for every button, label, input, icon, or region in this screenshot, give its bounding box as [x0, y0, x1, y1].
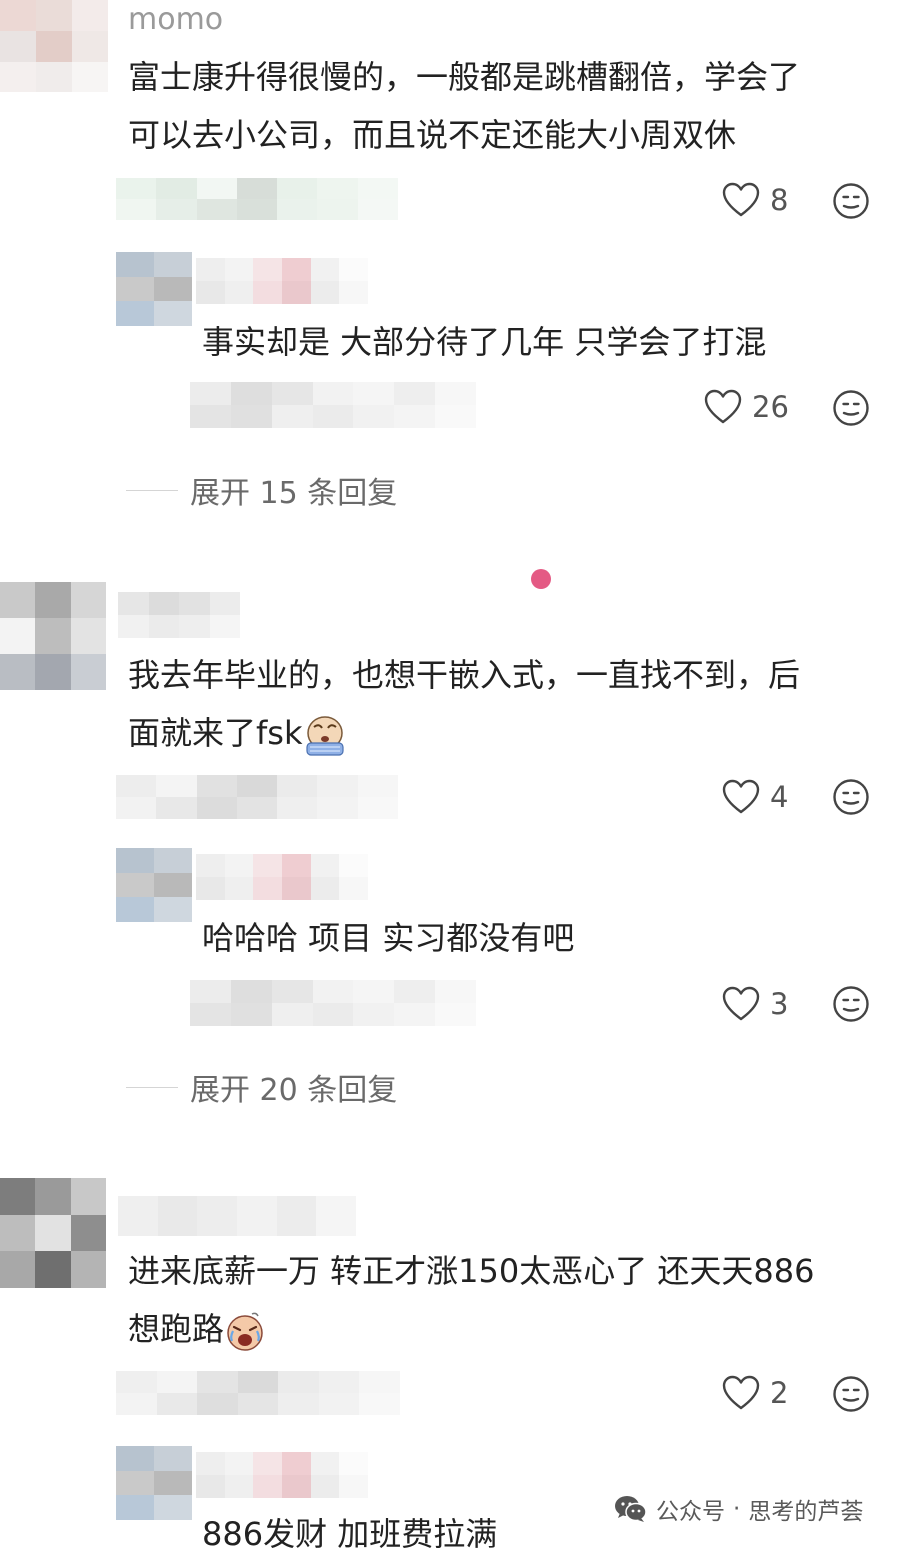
- comment-line: 面就来了fsk: [128, 714, 303, 752]
- watermark: 公众号 · 思考的芦荟: [614, 1492, 863, 1526]
- like-button[interactable]: 3: [722, 984, 788, 1024]
- reply-avatar[interactable]: [116, 1446, 192, 1520]
- heart-icon: [722, 182, 760, 217]
- sob-emoji-icon: [227, 1312, 263, 1351]
- like-count: 3: [770, 987, 789, 1021]
- reply-text: 886发财 加班费拉满: [202, 1515, 498, 1553]
- emoji-reaction-icon[interactable]: [831, 984, 871, 1024]
- divider: [126, 489, 178, 491]
- comment-line-with-emoji: 想跑路: [128, 1300, 815, 1358]
- comment-line: 想跑路: [128, 1310, 225, 1348]
- comment-line: 可以去小公司，而且说不定还能大小周双休: [128, 116, 737, 154]
- divider: [126, 1086, 178, 1088]
- heart-icon: [722, 1375, 760, 1410]
- blurred-meta: [190, 980, 476, 1026]
- like-count: 2: [770, 1376, 789, 1410]
- like-count: 26: [752, 390, 789, 424]
- reply-text: 事实却是 大部分待了几年 只学会了打混: [202, 323, 767, 361]
- avatar[interactable]: [0, 1178, 106, 1288]
- expand-replies-label: 展开 15 条回复: [190, 476, 398, 511]
- page-indicator-dot: [531, 569, 551, 589]
- like-count: 4: [770, 780, 789, 814]
- heart-icon: [704, 389, 742, 424]
- emoji-reaction-icon[interactable]: [831, 388, 871, 428]
- comment-text: 富士康升得很慢的，一般都是跳槽翻倍，学会了 可以去小公司，而且说不定还能大小周双…: [128, 48, 800, 164]
- blurred-meta: [116, 775, 398, 819]
- like-button[interactable]: 8: [722, 180, 788, 220]
- comment-line: 富士康升得很慢的，一般都是跳槽翻倍，学会了: [128, 58, 801, 96]
- blurred-meta: [190, 382, 476, 428]
- comment-line: 进来底薪一万 转正才涨150太恶心了 还天天886: [128, 1252, 815, 1290]
- like-button[interactable]: 4: [722, 777, 788, 817]
- like-count: 8: [770, 183, 789, 217]
- expand-replies-button[interactable]: 展开 15 条回复: [126, 470, 398, 511]
- avatar[interactable]: [0, 582, 106, 690]
- blurred-username: [118, 592, 240, 638]
- comment-text: 进来底薪一万 转正才涨150太恶心了 还天天886 想跑路: [128, 1242, 815, 1358]
- expand-replies-label: 展开 20 条回复: [190, 1073, 398, 1108]
- username[interactable]: momo: [128, 2, 223, 37]
- reply-avatar[interactable]: [116, 252, 192, 326]
- watermark-label: 公众号: [656, 1499, 725, 1525]
- watermark-name: 思考的芦荟: [748, 1499, 864, 1525]
- crying-emoji-icon: [306, 716, 345, 756]
- emoji-reaction-icon[interactable]: [831, 1374, 871, 1414]
- wechat-icon: [615, 1496, 647, 1522]
- blurred-meta: [116, 1371, 400, 1415]
- comment-line-with-emoji: 面就来了fsk: [128, 704, 800, 762]
- comment-text: 我去年毕业的，也想干嵌入式，一直找不到，后 面就来了fsk: [128, 646, 800, 762]
- reply-avatar[interactable]: [116, 848, 192, 922]
- blurred-reply-username: [196, 258, 368, 304]
- like-button[interactable]: 26: [704, 387, 789, 427]
- comment-line: 我去年毕业的，也想干嵌入式，一直找不到，后: [128, 656, 801, 694]
- watermark-dot: ·: [733, 1496, 741, 1522]
- blurred-reply-username: [196, 1452, 368, 1498]
- like-button[interactable]: 2: [722, 1373, 788, 1413]
- blurred-meta: [116, 178, 398, 220]
- heart-icon: [722, 779, 760, 814]
- avatar[interactable]: [0, 0, 108, 92]
- blurred-reply-username: [196, 854, 368, 900]
- emoji-reaction-icon[interactable]: [831, 777, 871, 817]
- blurred-username: [118, 1196, 356, 1236]
- expand-replies-button[interactable]: 展开 20 条回复: [126, 1067, 398, 1108]
- heart-icon: [722, 986, 760, 1021]
- emoji-reaction-icon[interactable]: [831, 181, 871, 221]
- reply-text: 哈哈哈 项目 实习都没有吧: [202, 919, 575, 957]
